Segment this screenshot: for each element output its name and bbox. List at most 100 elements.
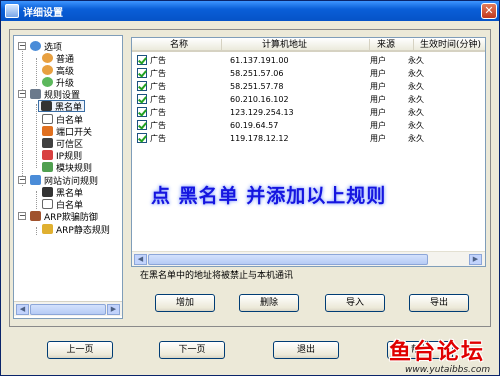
website-rule-icon bbox=[30, 175, 41, 185]
cell-duration: 永久 bbox=[408, 121, 424, 130]
row-checkbox[interactable] bbox=[137, 68, 147, 78]
table-row[interactable]: 广告 123.129.254.13 用户 永久 bbox=[132, 106, 485, 119]
tree-item-module-rule[interactable]: 模块规则 bbox=[42, 161, 93, 174]
expander-website-rules[interactable]: − bbox=[18, 176, 26, 184]
column-header-name[interactable]: 名称 bbox=[132, 39, 222, 51]
cell-address: 58.251.57.06 bbox=[230, 69, 284, 78]
cell-source: 用户 bbox=[370, 69, 386, 78]
tree-item-ip-rule[interactable]: IP规则 bbox=[42, 149, 82, 162]
settings-tree[interactable]: − 选项 普通 高级 升级 − 规则设置 黑名单 白名单 端口开关 可信区 IP… bbox=[13, 35, 123, 319]
instruction-overlay: 点 黑名单 并添加以上规则 bbox=[151, 185, 387, 207]
ip-rule-icon bbox=[42, 150, 53, 160]
column-header-source[interactable]: 来源 bbox=[370, 39, 414, 51]
cell-duration: 永久 bbox=[408, 134, 424, 143]
upgrade-icon bbox=[42, 77, 53, 87]
tree-item-label: ARP静态规则 bbox=[56, 225, 110, 236]
delete-button[interactable]: 删除 bbox=[239, 294, 299, 312]
column-header-duration[interactable]: 生效时间(分钟) bbox=[414, 39, 485, 51]
tree-item-rules[interactable]: 规则设置 bbox=[30, 88, 80, 101]
cell-address: 61.137.191.00 bbox=[230, 56, 289, 65]
site-whitelist-icon bbox=[42, 199, 53, 209]
tree-item-label: 黑名单 bbox=[55, 102, 83, 113]
table-row[interactable]: 广告 61.137.191.00 用户 永久 bbox=[132, 54, 485, 67]
table-row[interactable]: 广告 60.210.16.102 用户 永久 bbox=[132, 93, 485, 106]
tree-item-trusted-zone[interactable]: 可信区 bbox=[42, 137, 83, 150]
tree-line bbox=[22, 46, 23, 186]
scroll-thumb[interactable] bbox=[30, 304, 106, 315]
table-row[interactable]: 广告 60.19.64.57 用户 永久 bbox=[132, 119, 485, 132]
site-blacklist-icon bbox=[42, 187, 53, 197]
tree-item-arp-defense[interactable]: ARP欺骗防御 bbox=[30, 210, 98, 223]
tree-item-site-whitelist[interactable]: 白名单 bbox=[42, 198, 83, 211]
row-checkbox[interactable] bbox=[137, 55, 147, 65]
cell-name: 广告 bbox=[150, 108, 166, 117]
column-header-address[interactable]: 计算机地址 bbox=[222, 39, 370, 51]
scroll-thumb[interactable] bbox=[148, 254, 428, 265]
tree-line bbox=[36, 58, 37, 86]
cell-duration: 永久 bbox=[408, 82, 424, 91]
cell-name: 广告 bbox=[150, 134, 166, 143]
tree-item-website-rules[interactable]: 网站访问规则 bbox=[30, 174, 98, 187]
app-icon bbox=[5, 4, 19, 18]
tree-item-arp-static[interactable]: ARP静态规则 bbox=[42, 223, 110, 236]
tree-item-advanced[interactable]: 高级 bbox=[42, 64, 74, 77]
tree-item-general[interactable]: 普通 bbox=[42, 52, 74, 65]
rules-icon bbox=[30, 89, 41, 99]
table-horizontal-scrollbar[interactable]: ◀ ▶ bbox=[132, 251, 485, 266]
cell-source: 用户 bbox=[370, 95, 386, 104]
cell-duration: 永久 bbox=[408, 56, 424, 65]
expander-options[interactable]: − bbox=[18, 42, 26, 50]
tree-item-port-switch[interactable]: 端口开关 bbox=[42, 125, 92, 138]
arp-static-icon bbox=[42, 224, 53, 234]
table-row[interactable]: 广告 119.178.12.12 用户 永久 bbox=[132, 132, 485, 145]
module-rule-icon bbox=[42, 162, 53, 172]
add-button[interactable]: 增加 bbox=[155, 294, 215, 312]
tree-item-options[interactable]: 选项 bbox=[30, 40, 62, 53]
cell-source: 用户 bbox=[370, 56, 386, 65]
export-button[interactable]: 导出 bbox=[409, 294, 469, 312]
port-switch-icon bbox=[42, 126, 53, 136]
row-checkbox[interactable] bbox=[137, 107, 147, 117]
settings-window: 详细设置 ✕ − 选项 普通 高级 升级 − 规则设置 黑名单 白名单 端口开关… bbox=[0, 0, 500, 376]
cell-name: 广告 bbox=[150, 69, 166, 78]
tree-item-whitelist[interactable]: 白名单 bbox=[42, 113, 83, 126]
blacklist-table[interactable]: 名称 计算机地址 来源 生效时间(分钟) 广告 61.137.191.00 用户… bbox=[131, 37, 486, 267]
cell-duration: 永久 bbox=[408, 108, 424, 117]
cell-name: 广告 bbox=[150, 95, 166, 104]
row-checkbox[interactable] bbox=[137, 133, 147, 143]
blacklist-hint: 在黑名单中的地址将被禁止与本机通讯 bbox=[140, 271, 294, 281]
tree-item-label: ARP欺骗防御 bbox=[44, 212, 98, 223]
row-checkbox[interactable] bbox=[137, 120, 147, 130]
title-bar[interactable]: 详细设置 ✕ bbox=[1, 1, 499, 21]
cell-name: 广告 bbox=[150, 56, 166, 65]
scroll-right-arrow[interactable]: ▶ bbox=[107, 304, 120, 315]
row-checkbox[interactable] bbox=[137, 81, 147, 91]
previous-page-button[interactable]: 上一页 bbox=[47, 341, 113, 359]
scroll-left-arrow[interactable]: ◀ bbox=[16, 304, 29, 315]
table-row[interactable]: 广告 58.251.57.78 用户 永久 bbox=[132, 80, 485, 93]
import-button[interactable]: 导入 bbox=[325, 294, 385, 312]
trusted-zone-icon bbox=[42, 138, 53, 148]
expander-rules[interactable]: − bbox=[18, 90, 26, 98]
scroll-left-arrow[interactable]: ◀ bbox=[134, 254, 147, 265]
tree-line bbox=[36, 191, 37, 209]
close-button[interactable]: ✕ bbox=[481, 3, 497, 19]
cell-duration: 永久 bbox=[408, 69, 424, 78]
expander-arp[interactable]: − bbox=[18, 212, 26, 220]
tree-item-blacklist[interactable]: 黑名单 bbox=[38, 100, 86, 113]
cell-source: 用户 bbox=[370, 82, 386, 91]
scroll-right-arrow[interactable]: ▶ bbox=[469, 254, 482, 265]
cell-address: 58.251.57.78 bbox=[230, 82, 284, 91]
table-row[interactable]: 广告 58.251.57.06 用户 永久 bbox=[132, 67, 485, 80]
row-checkbox[interactable] bbox=[137, 94, 147, 104]
tree-item-label: 模块规则 bbox=[56, 163, 93, 174]
next-page-button[interactable]: 下一页 bbox=[159, 341, 225, 359]
cell-name: 广告 bbox=[150, 121, 166, 130]
tree-item-site-blacklist[interactable]: 黑名单 bbox=[42, 186, 83, 199]
tree-item-upgrade[interactable]: 升级 bbox=[42, 76, 74, 89]
watermark-title: 鱼台论坛 bbox=[389, 340, 486, 365]
exit-button[interactable]: 退出 bbox=[273, 341, 339, 359]
arp-defense-icon bbox=[30, 211, 41, 221]
tree-horizontal-scrollbar[interactable]: ◀ ▶ bbox=[14, 301, 122, 316]
cell-duration: 永久 bbox=[408, 95, 424, 104]
